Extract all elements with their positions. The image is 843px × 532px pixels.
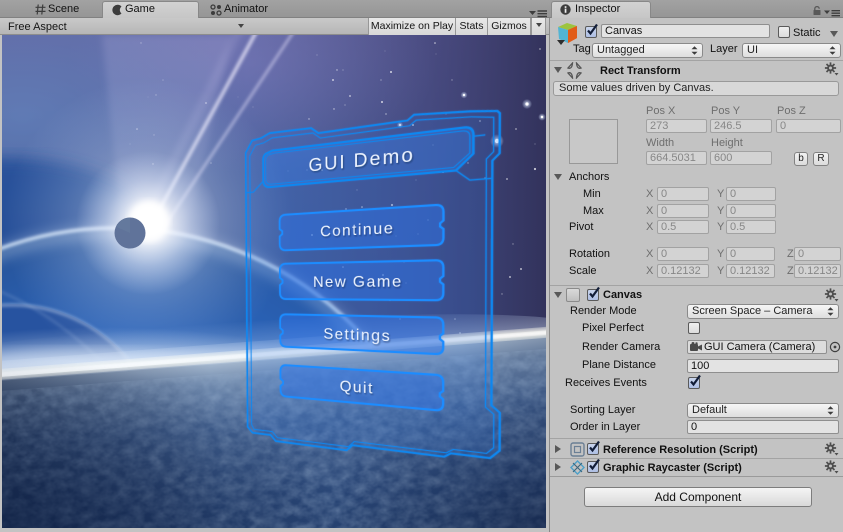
svg-text:Continue: Continue — [320, 218, 394, 240]
svg-text:New Game: New Game — [313, 271, 403, 290]
svg-text:Settings: Settings — [323, 324, 391, 345]
svg-text:Quit: Quit — [340, 376, 374, 397]
